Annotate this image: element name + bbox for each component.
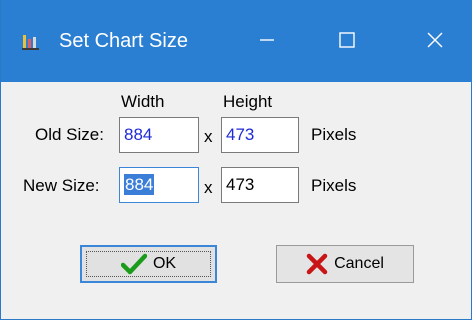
chart-icon: [22, 35, 39, 50]
focus-rectangle: [86, 251, 211, 277]
old-size-unit: Pixels: [311, 125, 357, 144]
window-title: Set Chart Size: [59, 30, 188, 52]
cancel-button[interactable]: Cancel: [276, 245, 414, 283]
ok-button[interactable]: OK: [80, 245, 217, 283]
old-size-separator: x: [204, 127, 213, 146]
cancel-button-label: Cancel: [334, 255, 384, 272]
new-height-value: 473: [226, 175, 255, 194]
height-column-label: Height: [223, 92, 273, 111]
maximize-button[interactable]: [317, 14, 377, 66]
new-width-input[interactable]: 884: [119, 167, 199, 203]
close-button[interactable]: [405, 14, 465, 66]
minimize-button[interactable]: [237, 14, 297, 66]
width-column-label: Width: [121, 92, 165, 111]
ok-button-label: OK: [152, 255, 177, 272]
set-chart-size-dialog: Set Chart Size Width Height Old Size: 88…: [0, 0, 472, 320]
old-height-field: 473: [221, 117, 299, 153]
new-size-separator: x: [204, 178, 213, 197]
new-height-input[interactable]: 473: [221, 167, 299, 203]
old-size-label: Old Size:: [35, 125, 104, 144]
new-size-label: New Size:: [23, 176, 100, 195]
x-mark-icon: [306, 253, 328, 275]
new-width-value: 884: [124, 174, 155, 195]
checkmark-icon: [120, 253, 147, 275]
old-height-value: 473: [226, 125, 255, 144]
close-icon: [427, 32, 443, 48]
maximize-icon: [339, 32, 355, 48]
old-width-field: 884: [119, 117, 199, 153]
new-size-unit: Pixels: [311, 176, 357, 195]
title-bar[interactable]: Set Chart Size: [1, 0, 472, 82]
minimize-icon: [260, 39, 274, 41]
old-width-value: 884: [124, 125, 153, 144]
